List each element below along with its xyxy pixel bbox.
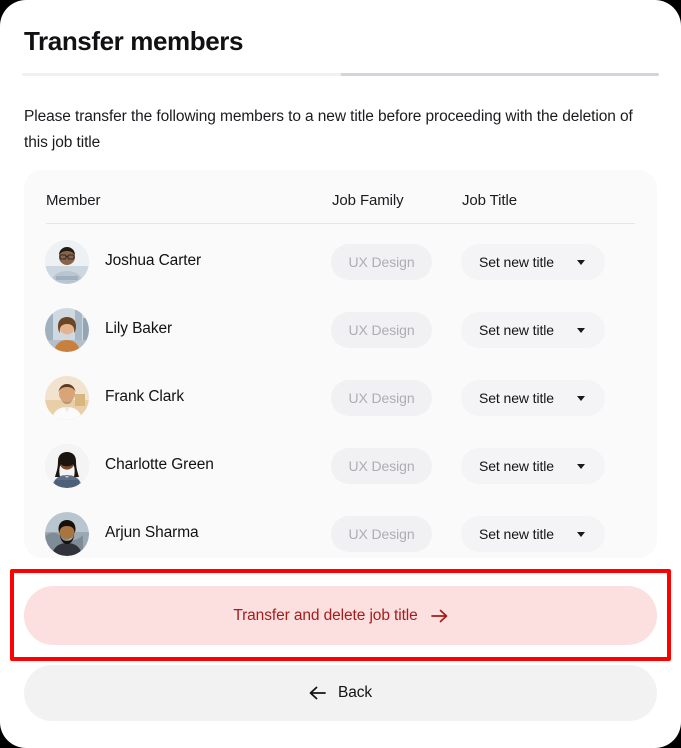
set-new-title-label: Set new title (479, 254, 554, 270)
job-family-pill: UX Design (331, 380, 432, 416)
job-family-pill: UX Design (331, 516, 432, 552)
transfer-members-card: Transfer members Please transfer the fol… (0, 0, 681, 748)
member-name: Joshua Carter (105, 252, 202, 269)
column-header-job-title: Job Title (462, 192, 517, 209)
set-new-title-dropdown[interactable]: Set new title (461, 380, 605, 416)
chevron-down-icon (577, 260, 585, 265)
step-progress-bar (22, 73, 659, 76)
transfer-and-delete-label: Transfer and delete job title (233, 606, 418, 624)
arrow-left-icon (309, 686, 326, 700)
job-family-pill: UX Design (331, 312, 432, 348)
table-row: Joshua Carter UX Design Set new title (24, 228, 657, 296)
table-row: Lily Baker UX Design Set new title (24, 296, 657, 364)
arrow-right-icon (430, 609, 448, 623)
set-new-title-dropdown[interactable]: Set new title (461, 516, 605, 552)
chevron-down-icon (577, 328, 585, 333)
back-button[interactable]: Back (24, 665, 657, 721)
column-header-job-family: Job Family (332, 192, 404, 209)
column-header-member: Member (46, 192, 101, 209)
set-new-title-dropdown[interactable]: Set new title (461, 244, 605, 280)
job-family-pill: UX Design (331, 448, 432, 484)
member-name: Arjun Sharma (105, 524, 199, 541)
table-row: Charlotte Green UX Design Set new title (24, 432, 657, 500)
back-label: Back (337, 684, 373, 701)
progress-segment-remaining (340, 73, 659, 76)
member-name: Charlotte Green (105, 456, 214, 473)
page-title: Transfer members (24, 26, 244, 56)
screen-root: Transfer members Please transfer the fol… (0, 0, 681, 748)
transfer-and-delete-button[interactable]: Transfer and delete job title (24, 586, 657, 645)
progress-segment-completed (22, 73, 341, 76)
set-new-title-label: Set new title (479, 322, 554, 338)
avatar (45, 308, 89, 352)
table-body: Joshua Carter UX Design Set new title Li… (24, 228, 657, 558)
chevron-down-icon (577, 532, 585, 537)
table-header-divider (46, 223, 635, 224)
set-new-title-label: Set new title (479, 390, 554, 406)
avatar (45, 240, 89, 284)
set-new-title-dropdown[interactable]: Set new title (461, 312, 605, 348)
avatar (45, 512, 89, 556)
job-family-pill: UX Design (331, 244, 432, 280)
page-description: Please transfer the following members to… (24, 108, 633, 151)
member-name: Frank Clark (105, 388, 184, 405)
avatar (45, 376, 89, 420)
avatar (45, 444, 89, 488)
chevron-down-icon (577, 464, 585, 469)
table-row: Arjun Sharma UX Design Set new title (24, 500, 657, 558)
set-new-title-label: Set new title (479, 458, 554, 474)
chevron-down-icon (577, 396, 585, 401)
table-row: Frank Clark UX Design Set new title (24, 364, 657, 432)
set-new-title-dropdown[interactable]: Set new title (461, 448, 605, 484)
members-table: Member Job Family Job Title Joshua Carte… (24, 170, 657, 558)
member-name: Lily Baker (105, 320, 173, 337)
table-header-row: Member Job Family Job Title (24, 170, 657, 224)
set-new-title-label: Set new title (479, 526, 554, 542)
